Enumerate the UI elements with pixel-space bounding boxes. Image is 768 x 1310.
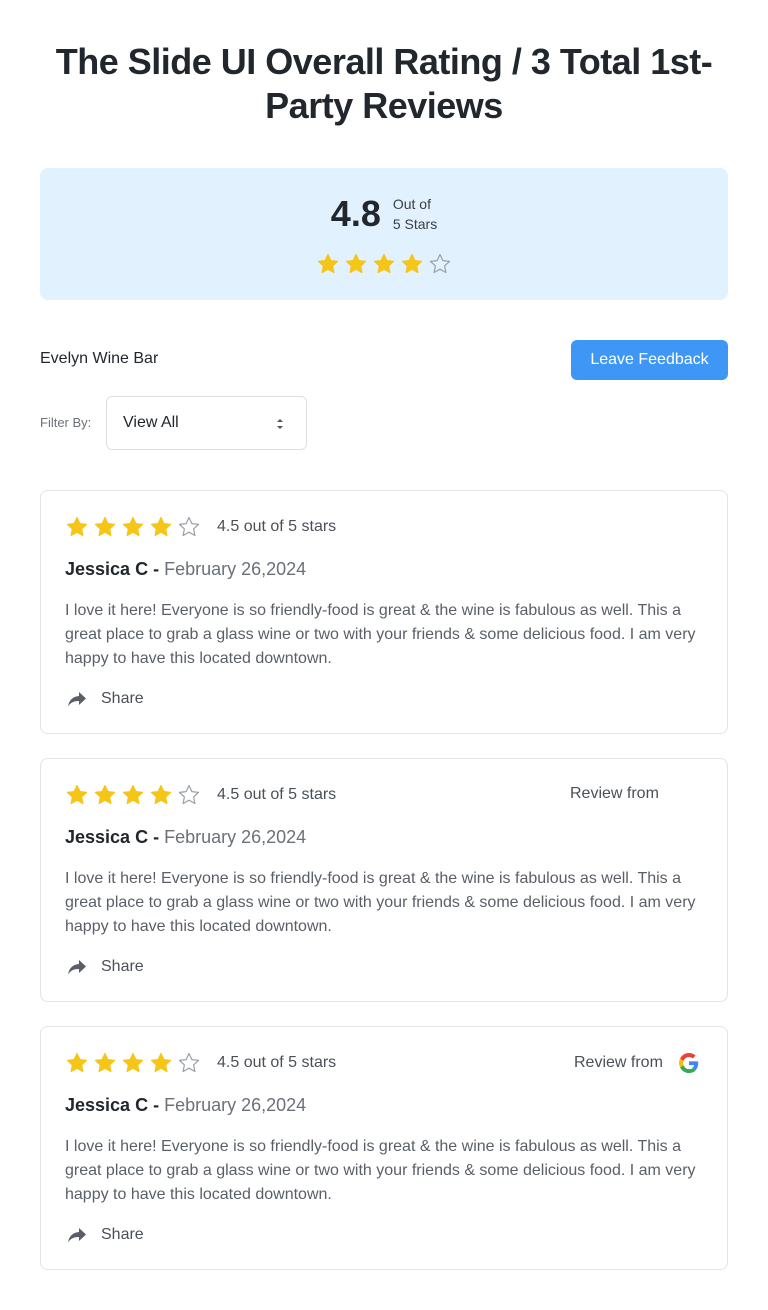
star-filled-icon xyxy=(121,1051,145,1075)
business-name: Evelyn Wine Bar xyxy=(40,350,159,367)
share-button[interactable]: Share xyxy=(65,687,144,711)
filter-selected-value: View All xyxy=(123,414,179,431)
star-filled-icon xyxy=(65,783,89,807)
share-label: Share xyxy=(101,1226,144,1243)
out-of-line2: 5 Stars xyxy=(392,216,438,232)
sort-caret-icon xyxy=(277,419,283,429)
review-source-label: Review from xyxy=(570,785,659,802)
review-author: Jessica C - xyxy=(65,1095,160,1115)
out-of-line1: Out of xyxy=(392,196,431,212)
share-icon xyxy=(65,955,89,979)
star-filled-icon xyxy=(400,252,424,276)
star-filled-icon xyxy=(121,783,145,807)
review-body: I love it here! Everyone is so friendly-… xyxy=(65,870,696,935)
star-empty-icon xyxy=(428,252,452,276)
share-icon xyxy=(65,687,89,711)
review-author-line: Jessica C - February 26,2024 xyxy=(65,1095,306,1116)
review-date: February 26,2024 xyxy=(164,1095,307,1115)
review-author-line: Jessica C - February 26,2024 xyxy=(65,827,306,848)
review-author: Jessica C - xyxy=(65,559,160,579)
review-rating: 4.5 out of 5 stars xyxy=(65,1051,336,1075)
share-button[interactable]: Share xyxy=(65,955,144,979)
review-author: Jessica C - xyxy=(65,827,160,847)
share-label: Share xyxy=(101,958,144,975)
page-title: The Slide UI Overall Rating / 3 Total 1s… xyxy=(55,41,713,126)
share-label: Share xyxy=(101,690,144,707)
review-card: 4.5 out of 5 stars Review from Jessica C -… xyxy=(40,1026,728,1270)
star-filled-icon xyxy=(149,1051,173,1075)
overall-out-of: Out of 5 Stars xyxy=(393,194,437,234)
leave-feedback-button[interactable]: Leave Feedback xyxy=(571,340,728,380)
overall-stars xyxy=(40,252,728,276)
star-filled-icon xyxy=(93,1051,117,1075)
star-filled-icon xyxy=(93,515,117,539)
star-filled-icon xyxy=(65,515,89,539)
review-source: Review from xyxy=(574,1053,699,1073)
review-rating-text: 4.5 out of 5 stars xyxy=(217,786,337,803)
google-icon xyxy=(678,1053,699,1073)
review-body: I love it here! Everyone is so friendly-… xyxy=(65,1138,696,1203)
overall-score: 4.8 xyxy=(330,193,381,234)
share-button[interactable]: Share xyxy=(65,1223,144,1247)
review-source: Review from xyxy=(570,785,659,803)
review-date: February 26,2024 xyxy=(164,559,307,579)
review-rating-text: 4.5 out of 5 stars xyxy=(217,1054,337,1071)
review-date: February 26,2024 xyxy=(164,827,307,847)
review-card: 4.5 out of 5 stars Review from Jessica C -… xyxy=(40,758,728,1002)
review-source-label: Review from xyxy=(574,1054,663,1071)
star-filled-icon xyxy=(149,783,173,807)
review-rating-text: 4.5 out of 5 stars xyxy=(217,518,337,535)
star-filled-icon xyxy=(65,1051,89,1075)
review-author-line: Jessica C - February 26,2024 xyxy=(65,559,306,580)
filter-select[interactable]: View All xyxy=(106,396,307,450)
star-filled-icon xyxy=(93,783,117,807)
review-rating: 4.5 out of 5 stars xyxy=(65,515,336,539)
share-icon xyxy=(65,1223,89,1247)
star-empty-icon xyxy=(177,783,201,807)
star-empty-icon xyxy=(177,1051,201,1075)
star-filled-icon xyxy=(316,252,340,276)
filter-label: Filter By: xyxy=(40,415,92,430)
star-empty-icon xyxy=(177,515,201,539)
star-filled-icon xyxy=(372,252,396,276)
review-card: 4.5 out of 5 stars Jessica C - February 2… xyxy=(40,490,728,734)
star-filled-icon xyxy=(344,252,368,276)
review-body: I love it here! Everyone is so friendly-… xyxy=(65,602,696,667)
star-filled-icon xyxy=(149,515,173,539)
overall-score-row: 4.8 Out of 5 Stars xyxy=(40,194,728,234)
star-filled-icon xyxy=(121,515,145,539)
overall-rating-panel: 4.8 Out of 5 Stars xyxy=(40,168,728,300)
review-rating: 4.5 out of 5 stars xyxy=(65,783,336,807)
